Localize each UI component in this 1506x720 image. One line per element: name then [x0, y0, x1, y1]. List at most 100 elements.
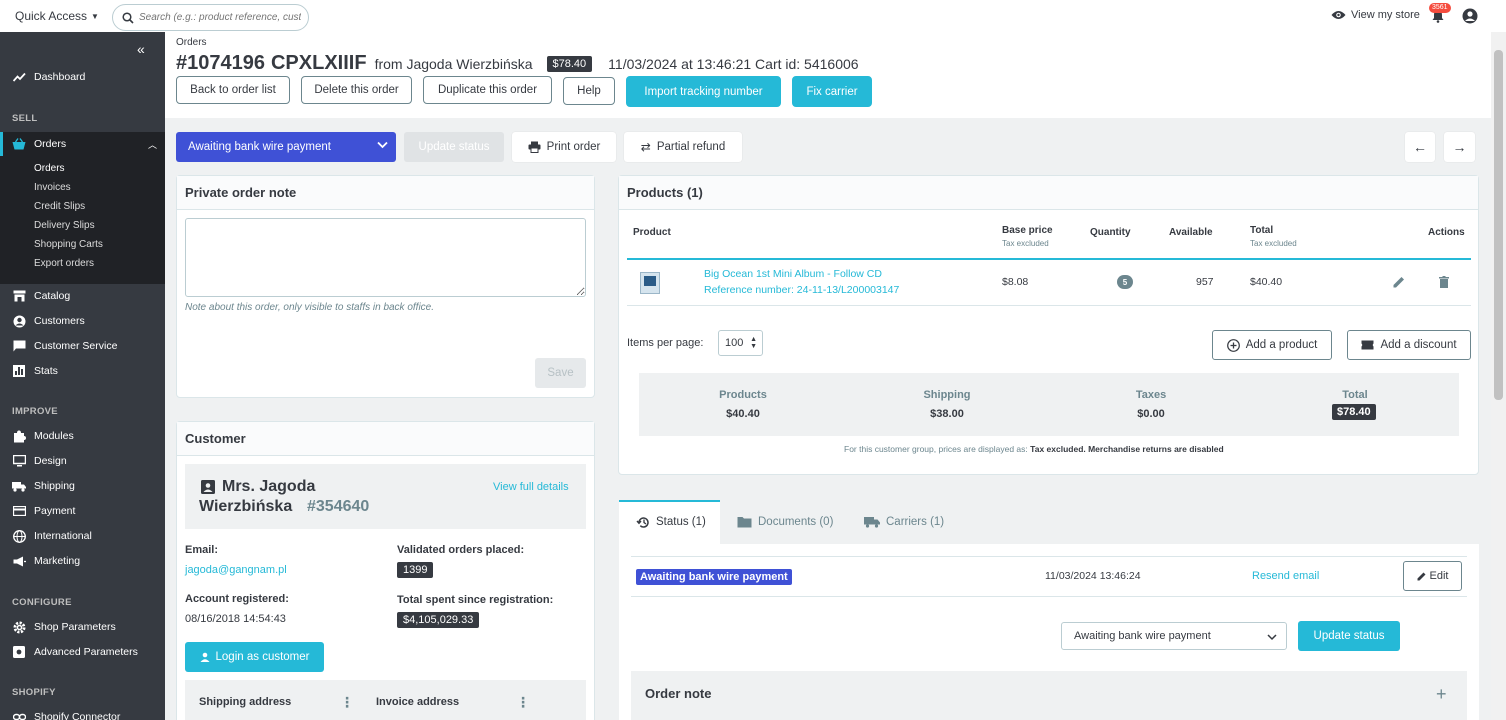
add-discount-button[interactable]: Add a discount: [1347, 330, 1471, 360]
invoice-address-menu-icon[interactable]: ⋮: [516, 694, 530, 711]
resend-email-link[interactable]: Resend email: [1252, 570, 1319, 582]
chevron-down-icon: [1267, 632, 1277, 644]
section-improve: IMPROVE: [12, 406, 58, 417]
sidebar-item-shop-parameters[interactable]: Shop Parameters: [0, 615, 165, 639]
sidebar: « Dashboard SELL Orders ︿ Orders Invoice…: [0, 32, 165, 720]
tab-carriers[interactable]: Carriers (1): [864, 500, 944, 544]
update-status-button[interactable]: Update status: [1298, 621, 1400, 651]
customer-email-link[interactable]: jagoda@gangnam.pl: [185, 564, 287, 576]
order-status-select[interactable]: Awaiting bank wire payment: [176, 132, 396, 162]
private-note-textarea[interactable]: [185, 218, 586, 297]
sidebar-item-advanced-parameters[interactable]: Advanced Parameters: [0, 640, 165, 664]
swap-arrows-icon: ⇄: [640, 140, 651, 154]
product-name-link[interactable]: Big Ocean 1st Mini Album - Follow CD: [704, 268, 882, 280]
sidebar-item-payment[interactable]: Payment: [0, 499, 165, 523]
search-box[interactable]: [112, 4, 309, 31]
sidebar-label: Catalog: [34, 290, 71, 302]
caret-down-icon: ▼: [91, 11, 99, 21]
customer-summary-box: [185, 464, 586, 529]
totals-products-value: $40.40: [726, 408, 760, 420]
items-per-page-select[interactable]: 100 ▲ ▼: [718, 330, 763, 356]
monitor-icon: [12, 454, 26, 468]
save-note-button[interactable]: Save: [535, 358, 586, 388]
sidebar-item-international[interactable]: International: [0, 524, 165, 548]
search-icon: [122, 11, 134, 24]
tab-status[interactable]: Status (1): [636, 500, 706, 544]
order-number: #1074196: [176, 52, 265, 74]
globe-icon: [12, 529, 26, 543]
quick-access-dropdown[interactable]: Quick Access ▼: [15, 9, 99, 23]
totals-total-label: Total: [1342, 389, 1368, 401]
expand-plus-icon[interactable]: +: [1436, 684, 1447, 705]
profile-button[interactable]: [1462, 8, 1478, 27]
submenu-item-shopping-carts[interactable]: Shopping Carts: [34, 239, 103, 250]
update-status-button-disabled[interactable]: Update status: [404, 132, 504, 162]
shipping-address-menu-icon[interactable]: ⋮: [340, 694, 354, 711]
submenu-item-invoices[interactable]: Invoices: [34, 182, 71, 193]
account-circle-icon: [12, 314, 26, 328]
delete-product-icon[interactable]: [1439, 276, 1449, 291]
sidebar-label: Shop Parameters: [34, 621, 116, 633]
totals-products-label: Products: [719, 389, 767, 401]
product-thumbnail[interactable]: [640, 272, 660, 294]
help-button[interactable]: Help: [563, 77, 615, 105]
sidebar-item-shipping[interactable]: Shipping: [0, 474, 165, 498]
sidebar-label: Stats: [34, 365, 58, 377]
edit-status-button[interactable]: Edit: [1403, 561, 1462, 591]
login-as-customer-label: Login as customer: [215, 651, 310, 663]
view-store-link[interactable]: View my store: [1331, 9, 1420, 21]
order-date-cart: 11/03/2024 at 13:46:21 Cart id: 5416006: [608, 55, 859, 72]
credit-card-icon: [12, 504, 26, 518]
previous-order-button[interactable]: ←: [1405, 132, 1435, 162]
login-as-customer-button[interactable]: Login as customer: [185, 642, 324, 672]
notifications-button[interactable]: 3561: [1429, 3, 1451, 26]
submenu-item-export-orders[interactable]: Export orders: [34, 258, 94, 269]
partial-refund-button[interactable]: ⇄ Partial refund: [624, 132, 742, 162]
table-row: [627, 260, 1471, 306]
order-note-section[interactable]: [631, 671, 1467, 720]
sidebar-item-modules[interactable]: Modules: [0, 424, 165, 448]
next-order-button[interactable]: →: [1444, 132, 1475, 162]
sidebar-item-customer-service[interactable]: Customer Service: [0, 334, 165, 358]
sidebar-item-dashboard[interactable]: Dashboard: [0, 65, 165, 89]
tax-footnote: For this customer group, prices are disp…: [844, 444, 1224, 454]
sidebar-item-marketing[interactable]: Marketing: [0, 549, 165, 573]
basket-icon: [12, 137, 26, 151]
collapse-sidebar-icon[interactable]: «: [137, 41, 145, 57]
sidebar-item-design[interactable]: Design: [0, 449, 165, 473]
duplicate-order-button[interactable]: Duplicate this order: [423, 76, 552, 104]
add-product-button[interactable]: Add a product: [1212, 330, 1332, 360]
import-tracking-button[interactable]: Import tracking number: [626, 76, 781, 107]
section-shopify: SHOPIFY: [12, 687, 56, 698]
sidebar-item-orders[interactable]: Orders ︿: [0, 132, 165, 156]
view-store-label: View my store: [1351, 9, 1420, 21]
sidebar-label: Modules: [34, 430, 74, 442]
view-full-details-link[interactable]: View full details: [493, 481, 569, 493]
notification-count-badge: 3561: [1429, 3, 1451, 13]
submenu-item-credit-slips[interactable]: Credit Slips: [34, 201, 85, 212]
ticket-icon: [1361, 340, 1374, 350]
new-status-select[interactable]: Awaiting bank wire payment: [1061, 622, 1287, 650]
submenu-item-delivery-slips[interactable]: Delivery Slips: [34, 220, 95, 231]
page-scrollbar-thumb[interactable]: [1494, 50, 1503, 400]
order-status-value: Awaiting bank wire payment: [188, 141, 331, 153]
sidebar-item-stats[interactable]: Stats: [0, 359, 165, 383]
print-order-button[interactable]: Print order: [512, 132, 616, 162]
submenu-item-orders[interactable]: Orders: [34, 163, 65, 174]
breadcrumb[interactable]: Orders: [176, 37, 207, 48]
pencil-icon: [1417, 572, 1426, 580]
col-base-price: Base price Tax excluded: [1002, 225, 1053, 248]
puzzle-icon: [12, 429, 26, 443]
sidebar-item-shopify-connector[interactable]: Shopify Connector: [0, 705, 165, 720]
back-to-order-list-button[interactable]: Back to order list: [176, 76, 290, 104]
tab-documents[interactable]: Documents (0): [737, 500, 833, 544]
section-configure: CONFIGURE: [12, 597, 72, 608]
delete-order-button[interactable]: Delete this order: [301, 76, 412, 104]
sidebar-item-customers[interactable]: Customers: [0, 309, 165, 333]
search-input[interactable]: [139, 12, 301, 23]
sidebar-item-catalog[interactable]: Catalog: [0, 284, 165, 308]
customer-id: #354640: [307, 498, 370, 515]
invoice-address-label: Invoice address: [376, 696, 460, 708]
fix-carrier-button[interactable]: Fix carrier: [792, 76, 872, 107]
edit-product-icon[interactable]: [1393, 276, 1405, 291]
